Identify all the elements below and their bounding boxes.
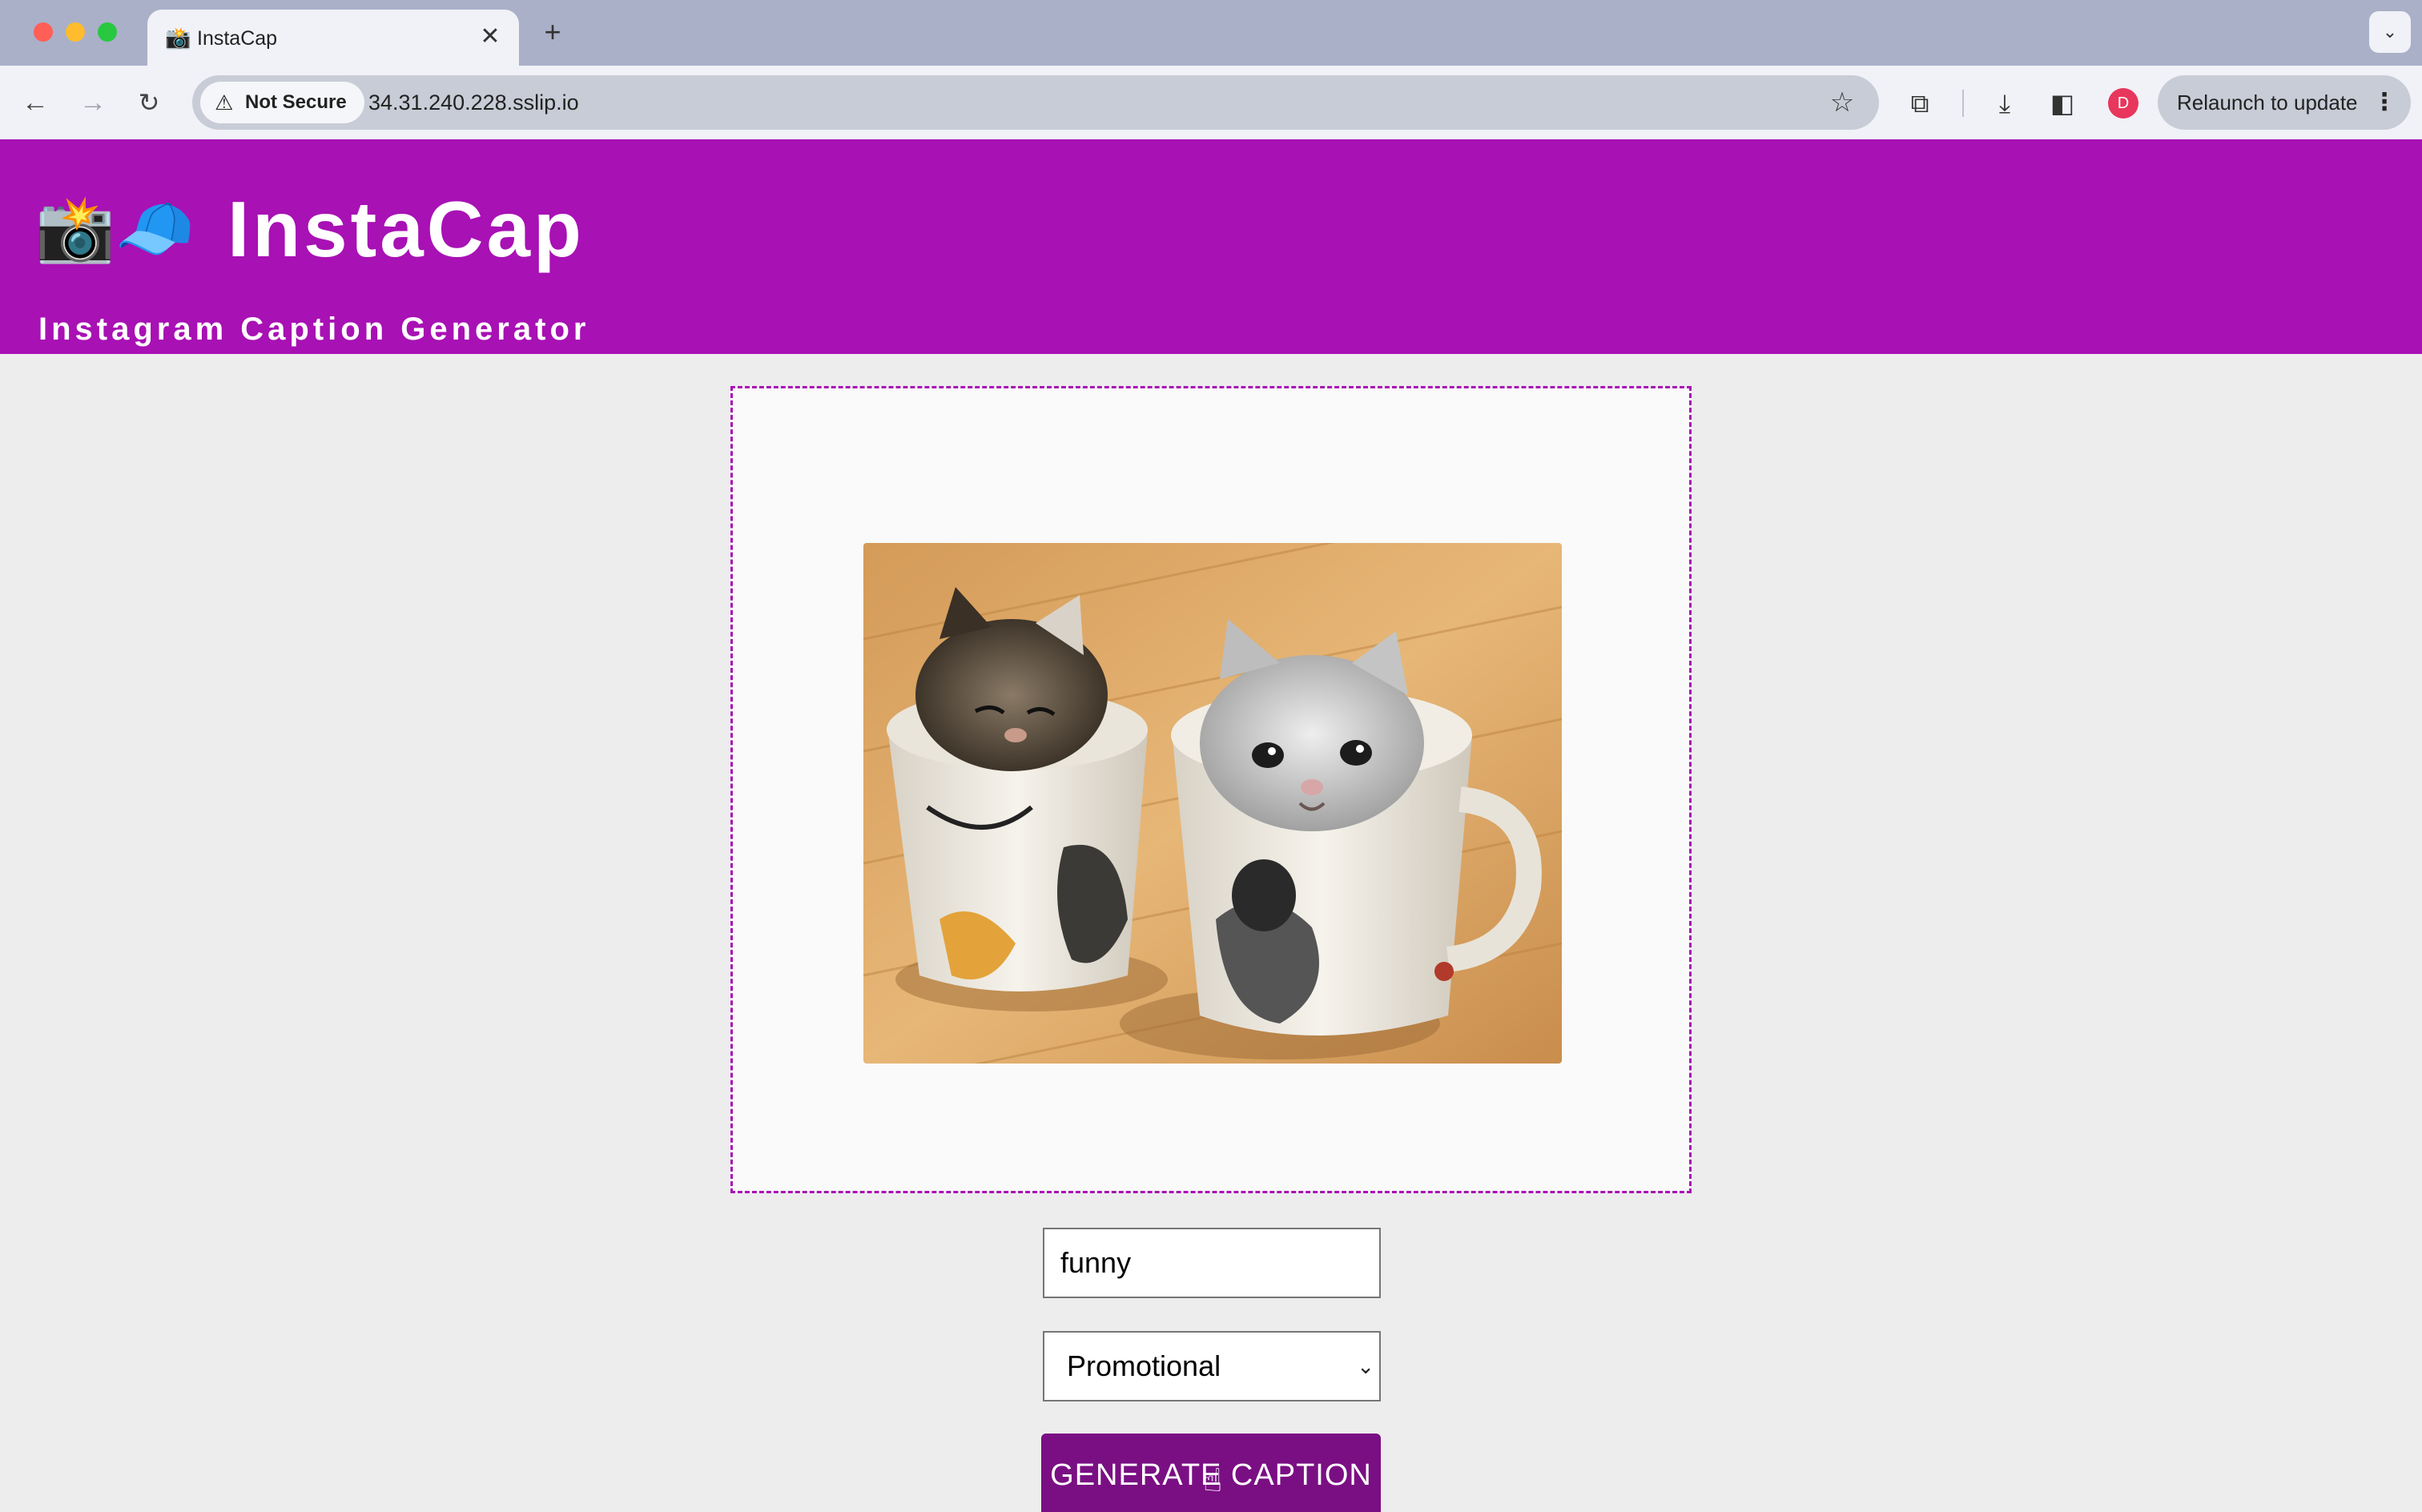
warning-icon: ⚠ <box>215 90 234 115</box>
more-vertical-icon: ⋮ <box>2372 89 2396 115</box>
page-subtitle: Instagram Caption Generator <box>38 312 590 347</box>
extensions-icon[interactable]: ⧉ <box>1900 83 1940 123</box>
browser-toolbar: ← → ↻ ⚠ Not Secure 34.31.240.228.sslip.i… <box>0 66 2422 139</box>
camera-flash-icon: 📸 <box>165 26 191 50</box>
caption-style-select[interactable]: Promotional ⌄ <box>1043 1331 1381 1401</box>
forward-arrow-icon[interactable]: → <box>72 82 114 123</box>
caption-style-value: Promotional <box>1067 1349 1221 1382</box>
security-indicator[interactable]: ⚠ Not Secure <box>200 82 364 123</box>
relaunch-label: Relaunch to update <box>2177 90 2358 115</box>
reload-icon[interactable]: ↻ <box>128 82 170 123</box>
image-upload-dropzone[interactable] <box>730 386 1692 1193</box>
uploaded-image-preview <box>863 543 1562 1064</box>
relaunch-to-update-button[interactable]: Relaunch to update ⋮ <box>2158 75 2411 130</box>
download-icon[interactable]: ⤓ <box>1985 83 2025 123</box>
logo-emoji: 📸🧢 <box>35 193 195 264</box>
browser-tab-bar: 📸 InstaCap ✕ + ⌄ <box>0 0 2422 66</box>
hand-pointer-icon: ☝ <box>1203 1463 1223 1498</box>
url-text[interactable]: 34.31.240.228.sslip.io <box>368 75 579 130</box>
plus-icon[interactable]: + <box>535 14 570 50</box>
browser-tab-instacap[interactable]: 📸 InstaCap ✕ <box>147 10 519 66</box>
app-header: 📸🧢 InstaCap Instagram Caption Generator <box>0 139 2422 354</box>
star-icon[interactable]: ☆ <box>1823 83 1861 122</box>
chevron-down-icon[interactable]: ⌄ <box>2369 11 2411 53</box>
address-bar[interactable]: ⚠ Not Secure 34.31.240.228.sslip.io ☆ <box>192 75 1879 130</box>
toolbar-divider <box>1962 90 1964 117</box>
security-label: Not Secure <box>245 91 347 113</box>
window-close-button[interactable] <box>34 22 53 42</box>
window-zoom-button[interactable] <box>98 22 117 42</box>
side-panel-icon[interactable]: ◧ <box>2042 83 2082 123</box>
back-arrow-icon[interactable]: ← <box>14 82 56 123</box>
close-icon[interactable]: ✕ <box>474 21 506 53</box>
page-title: InstaCap <box>227 185 585 273</box>
kittens-in-mugs-image <box>863 543 1562 1064</box>
profile-avatar[interactable]: D <box>2108 88 2138 119</box>
window-minimize-button[interactable] <box>66 22 85 42</box>
chevron-down-icon: ⌄ <box>1357 1354 1374 1378</box>
tab-title: InstaCap <box>197 27 278 50</box>
keyword-input[interactable] <box>1043 1228 1381 1298</box>
